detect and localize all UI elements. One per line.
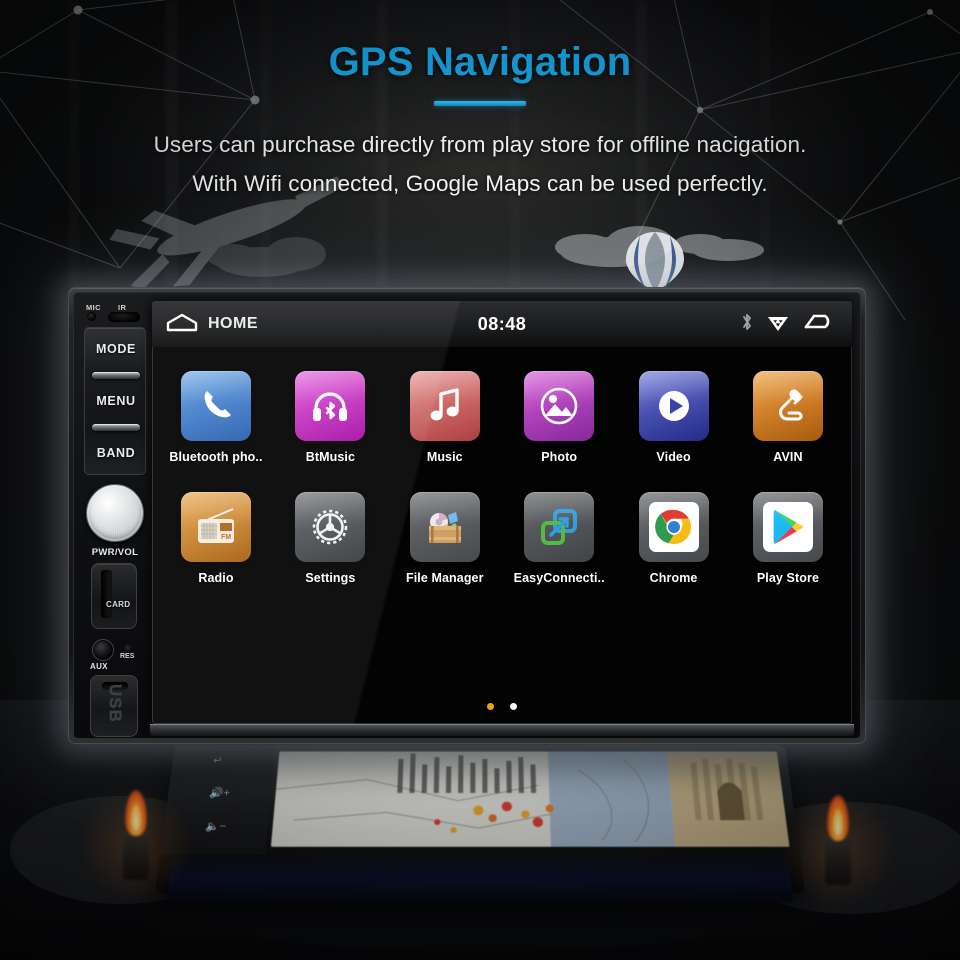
app-label: AVIN [773, 450, 803, 464]
app-btmusic[interactable]: BtMusic [288, 371, 372, 464]
app-radio[interactable]: FM Radio [174, 492, 258, 585]
bg-back-icon: ↵ [212, 755, 224, 767]
car-head-unit: MIC IR MODE MENU BAND PWR/VOL CARD RES A… [68, 287, 866, 744]
volume-down-icon: 🔈− [204, 820, 227, 833]
menu-button[interactable]: MENU [85, 380, 147, 422]
torch-left [76, 784, 196, 904]
app-label: File Manager [405, 571, 484, 585]
app-tile[interactable] [638, 371, 709, 441]
app-tile[interactable] [524, 371, 595, 441]
subtitle-line-2: With Wifi connected, Google Maps can be … [192, 171, 768, 196]
app-tile[interactable] [181, 371, 251, 441]
app-play-store[interactable]: Play Store [746, 492, 830, 585]
app-settings[interactable]: Settings [288, 492, 372, 585]
usb-label: USB [106, 684, 125, 723]
ir-receiver-icon [108, 312, 140, 322]
power-volume-label: PWR/VOL [91, 547, 139, 558]
subtitle-line-1: Users can purchase directly from play st… [153, 132, 807, 157]
hardware-button-stack: MODE MENU BAND [84, 327, 146, 475]
app-label: Photo [541, 450, 578, 464]
app-label: Video [656, 450, 691, 464]
page-dot-active[interactable] [487, 703, 494, 710]
header-block: GPS Navigation Users can purchase direct… [0, 0, 960, 197]
background-head-unit: ↵ 🔊+ 🔈− [154, 745, 806, 902]
app-row-2: FM Radio Settings File Manager EasyConne… [174, 492, 830, 585]
app-grid: Bluetooth pho.. BtMusic Music Photo Vide… [152, 347, 852, 724]
page-indicator [152, 703, 852, 710]
sd-card-slot[interactable]: CARD [91, 563, 137, 629]
app-video[interactable]: Video [632, 371, 716, 464]
app-file-manager[interactable]: File Manager [403, 492, 487, 585]
ir-label: IR [118, 303, 127, 312]
mode-button[interactable]: MODE [85, 328, 147, 370]
title-underline [434, 101, 526, 106]
app-row-1: Bluetooth pho.. BtMusic Music Photo Vide… [169, 371, 830, 464]
app-tile[interactable] [638, 492, 709, 562]
microphone-icon [87, 312, 96, 321]
app-label: Radio [198, 571, 234, 585]
app-avin[interactable]: AVIN [746, 371, 830, 464]
status-clock: 08:48 [477, 313, 527, 334]
page-dot-inactive[interactable] [510, 703, 517, 710]
status-bar: HOME 08:48 [152, 301, 852, 347]
app-bluetooth-phone[interactable]: Bluetooth pho.. [169, 371, 262, 464]
hardware-control-panel: MIC IR MODE MENU BAND PWR/VOL CARD RES A… [84, 301, 146, 737]
card-slot-label: CARD [106, 600, 131, 609]
app-tile[interactable] [295, 492, 366, 562]
app-label: Play Store [756, 571, 820, 585]
app-label: Chrome [649, 571, 698, 585]
page-title: GPS Navigation [328, 40, 632, 84]
button-separator-1 [92, 372, 140, 379]
app-label: EasyConnecti.. [513, 571, 605, 585]
volume-up-icon: 🔊+ [208, 787, 231, 800]
app-photo[interactable]: Photo [517, 371, 601, 464]
app-tile[interactable] [752, 371, 823, 441]
app-music[interactable]: Music [403, 371, 487, 464]
promo-scene: GPS Navigation Users can purchase direct… [0, 0, 960, 960]
app-tile[interactable] [409, 371, 480, 441]
torch-right [778, 789, 898, 909]
app-label: Bluetooth pho.. [169, 450, 263, 464]
app-chrome[interactable]: Chrome [632, 492, 716, 585]
touchscreen[interactable]: HOME 08:48 Bluetooth pho.. BtMusic Music… [152, 301, 852, 724]
app-label: BtMusic [305, 450, 356, 464]
background-unit-map [270, 751, 790, 847]
reset-button[interactable] [124, 644, 131, 651]
button-separator-2 [92, 424, 140, 431]
app-tile[interactable] [409, 492, 480, 562]
app-tile[interactable] [752, 492, 823, 562]
usb-slot[interactable]: USB [90, 675, 138, 737]
band-button[interactable]: BAND [85, 432, 147, 474]
aux-jack[interactable] [92, 639, 114, 661]
power-volume-knob[interactable] [86, 484, 144, 542]
chrome-icon [654, 509, 691, 545]
unit-bottom-trim [150, 724, 854, 736]
app-easyconnection[interactable]: EasyConnecti.. [514, 492, 605, 585]
reset-label: RES [120, 653, 135, 660]
app-tile[interactable] [295, 371, 366, 441]
app-tile[interactable]: FM [181, 492, 251, 562]
app-label: Music [426, 450, 463, 464]
mic-label: MIC [86, 303, 101, 312]
aux-label: AUX [90, 662, 108, 671]
app-label: Settings [305, 571, 356, 585]
app-tile[interactable] [524, 492, 595, 562]
svg-text:FM: FM [221, 534, 231, 541]
